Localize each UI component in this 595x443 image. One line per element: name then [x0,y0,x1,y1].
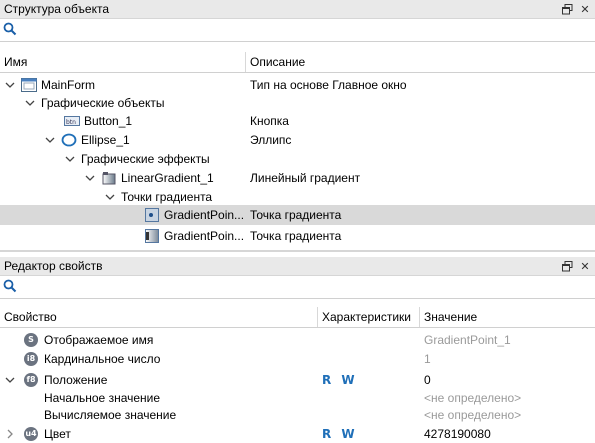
tree-item-label: Точки градиента [121,189,213,204]
gradient-point-icon [144,228,160,244]
tree-item-label: Графические эффекты [81,151,210,166]
svg-text:btn: btn [66,119,76,126]
tree-item-desc: Точка градиента [250,228,342,243]
gradient-icon [101,170,117,186]
ellipse-icon [61,132,77,148]
property-row[interactable]: f8 Положение R W 0 [0,370,595,389]
float8-type-icon: f8 [24,372,38,387]
tree-item-desc: Кнопка [250,113,289,128]
property-row[interactable]: i8 Кардинальное число 1 [0,349,595,368]
window-icon [21,77,37,93]
property-value: <не определено> [424,390,522,405]
float-window-icon[interactable] [559,258,575,274]
col-name-label: Имя [4,55,28,69]
structure-panel-header: Структура объекта ✕ [0,0,595,19]
col-value-header[interactable]: Значение [420,307,595,327]
tree-row[interactable]: Ellipse_1 Эллипс [0,130,595,149]
chevron-down-icon[interactable] [44,134,56,146]
tree-item-label: GradientPoin... [164,208,245,222]
search-icon [3,22,17,39]
property-characteristics: R W [322,372,358,387]
property-value[interactable]: 4278190080 [424,427,491,441]
tree-row[interactable]: Графические эффекты [0,149,595,168]
property-row[interactable]: u4 Цвет R W 4278190080 [0,424,595,443]
property-name: Отображаемое имя [44,332,154,347]
chevron-down-icon[interactable] [4,374,16,386]
tree-row[interactable]: MainForm Тип на основе Главное окно [0,75,595,94]
chevron-down-icon[interactable] [104,191,116,203]
property-name: Положение [44,372,108,387]
structure-table-header: Имя Описание [0,52,595,73]
close-icon[interactable]: ✕ [577,258,593,274]
chevron-down-icon[interactable] [24,97,36,109]
col-char-header[interactable]: Характеристики [318,307,420,327]
property-value: GradientPoint_1 [424,332,511,347]
search-icon [3,279,17,296]
string-type-icon: S [24,332,38,347]
gradient-point-icon [144,207,160,223]
property-row[interactable]: S Отображаемое имя GradientPoint_1 [0,330,595,349]
property-name: Вычисляемое значение [44,407,177,422]
structure-search-bar [0,20,595,42]
props-search-input[interactable] [21,278,595,297]
tree-row[interactable]: LinearGradient_1 Линейный градиент [0,168,595,187]
props-panel-title: Редактор свойств [4,259,103,273]
property-value[interactable]: 0 [424,373,431,387]
tree-row[interactable]: btn Button_1 Кнопка [0,111,595,130]
tree-item-desc: Линейный градиент [250,170,361,185]
col-prop-header[interactable]: Свойство [0,307,318,327]
property-value: 1 [424,351,431,366]
property-row[interactable]: Вычисляемое значение <не определено> [0,405,595,424]
tree-row[interactable]: Точки градиента [0,187,595,206]
panel-splitter[interactable] [0,250,595,252]
property-name: Начальное значение [44,390,161,405]
col-desc-label: Описание [250,55,306,69]
props-table-header: Свойство Характеристики Значение [0,307,595,328]
structure-search-input[interactable] [21,21,595,40]
property-name: Кардинальное число [44,351,161,366]
structure-panel-title: Структура объекта [4,2,110,16]
props-search-bar [0,277,595,299]
chevron-down-icon[interactable] [64,153,76,165]
button-icon: btn [64,113,80,129]
tree-row[interactable]: GradientPoin... Точка градиента [0,226,595,245]
close-icon[interactable]: ✕ [577,1,593,17]
col-value-label: Значение [424,310,478,324]
col-prop-label: Свойство [4,310,57,324]
col-char-label: Характеристики [322,310,411,324]
tree-item-desc: Точка градиента [250,208,342,222]
property-value: <не определено> [424,407,522,422]
chevron-down-icon[interactable] [4,79,16,91]
float-window-icon[interactable] [559,1,575,17]
property-name: Цвет [44,426,71,441]
int8-type-icon: i8 [24,351,38,366]
tree-item-label: LinearGradient_1 [121,170,214,185]
tree-item-label: GradientPoin... [164,228,245,243]
tree-item-label: Графические объекты [41,95,165,110]
tree-row-selected[interactable]: GradientPoin... Точка градиента [0,205,595,225]
chevron-right-icon[interactable] [4,428,16,440]
property-characteristics: R W [322,426,358,441]
uint4-type-icon: u4 [24,426,38,441]
col-desc-header[interactable]: Описание [246,52,595,72]
tree-item-desc: Тип на основе Главное окно [250,77,407,92]
chevron-down-icon[interactable] [84,172,96,184]
tree-item-desc: Эллипс [250,132,292,147]
tree-item-label: MainForm [41,77,96,92]
tree-item-label: Ellipse_1 [81,132,130,147]
tree-item-label: Button_1 [84,113,133,128]
col-name-header[interactable]: Имя [0,52,246,72]
tree-row[interactable]: Графические объекты [0,93,595,112]
props-panel-header: Редактор свойств ✕ [0,257,595,276]
